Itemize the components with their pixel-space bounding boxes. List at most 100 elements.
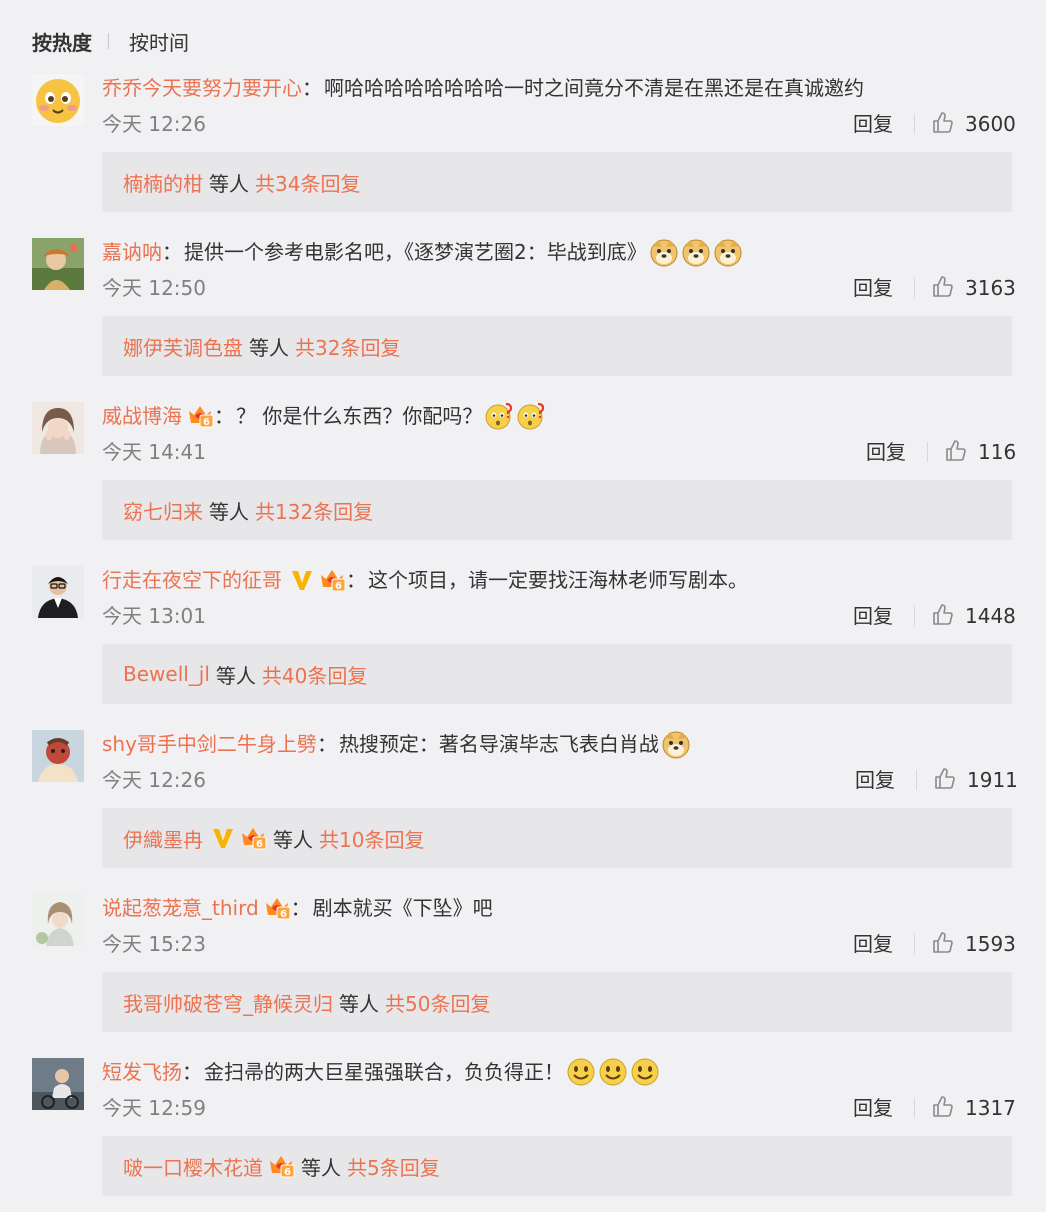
reply-summary-content: 啵一口樱木花道 6 等人 共5条回复 bbox=[123, 1152, 440, 1181]
fan-level-badge-icon: 6 bbox=[267, 1153, 295, 1179]
reply-username-link[interactable]: 窈七归来 bbox=[123, 496, 203, 525]
username-link[interactable]: 行走在夜空下的征哥 bbox=[102, 566, 282, 594]
reply-button[interactable]: 回复 bbox=[853, 274, 893, 302]
etc-label: 等人 bbox=[249, 335, 289, 360]
reply-summary-content: Bewell_jl 等人 共40条回复 bbox=[123, 660, 367, 689]
comment-text: 金扫帚的两大巨星强强联合，负负得正！ bbox=[204, 1060, 564, 1084]
like-count: 1448 bbox=[965, 604, 1016, 628]
reply-summary-content: 伊織墨冉 6 等人 共10条回复 bbox=[123, 824, 424, 853]
reply-summary-content: 窈七归来 等人 共132条回复 bbox=[123, 496, 373, 525]
username-link[interactable]: 说起葱茏意_third bbox=[102, 894, 259, 922]
thumbs-up-icon[interactable] bbox=[931, 1095, 955, 1119]
like-count: 116 bbox=[978, 440, 1017, 464]
svg-text:6: 6 bbox=[335, 581, 342, 592]
avatar[interactable] bbox=[32, 402, 84, 454]
reply-summary[interactable]: 楠楠的柑 等人 共34条回复 bbox=[102, 152, 1012, 212]
avatar[interactable] bbox=[32, 894, 84, 946]
colon: ： bbox=[162, 240, 182, 264]
username-link[interactable]: 嘉讷呐 bbox=[102, 238, 162, 266]
reply-count-link[interactable]: 共10条回复 bbox=[319, 824, 424, 853]
comment-item: 乔乔今天要努力要开心：啊哈哈哈哈哈哈哈哈一时之间竟分不清是在黑还是在真诚邀约 今天… bbox=[0, 64, 1046, 228]
doge-icon bbox=[649, 237, 679, 267]
reply-count-link[interactable]: 共40条回复 bbox=[262, 660, 367, 689]
sort-tabs: 按热度 按时间 bbox=[32, 27, 189, 56]
thumbs-up-icon[interactable] bbox=[933, 767, 957, 791]
avatar[interactable] bbox=[32, 74, 84, 126]
like-count: 1911 bbox=[967, 768, 1018, 792]
etc-label: 等人 bbox=[209, 499, 249, 524]
reply-count-link[interactable]: 共5条回复 bbox=[347, 1152, 440, 1181]
comment-line: 说起葱茏意_third 6：剧本就买《下坠》吧 bbox=[102, 894, 493, 922]
avatar[interactable] bbox=[32, 730, 84, 782]
username-link[interactable]: shy哥手中剑二牛身上劈 bbox=[102, 730, 317, 758]
fan-level-badge-icon: 6 bbox=[263, 895, 291, 921]
colon: ： bbox=[182, 1060, 202, 1084]
reply-summary-content: 楠楠的柑 等人 共34条回复 bbox=[123, 168, 360, 197]
reply-button[interactable]: 回复 bbox=[853, 930, 893, 958]
etc-label: 等人 bbox=[273, 827, 313, 852]
action-divider bbox=[914, 606, 915, 626]
avatar[interactable] bbox=[32, 238, 84, 290]
smile-icon bbox=[598, 1057, 628, 1087]
reply-summary[interactable]: 窈七归来 等人 共132条回复 bbox=[102, 480, 1012, 540]
thumbs-up-icon[interactable] bbox=[944, 439, 968, 463]
username-link[interactable]: 威战博海 bbox=[102, 402, 182, 430]
colon: ： bbox=[302, 76, 322, 100]
comment-line: shy哥手中剑二牛身上劈：热搜预定：著名导演毕志飞表白肖战 bbox=[102, 730, 691, 759]
reply-summary-content: 娜伊芙调色盘 等人 共32条回复 bbox=[123, 332, 400, 361]
etc-label: 等人 bbox=[339, 991, 379, 1016]
avatar[interactable] bbox=[32, 566, 84, 618]
tab-time[interactable]: 按时间 bbox=[129, 27, 189, 56]
comment-time: 今天 12:59 bbox=[102, 1096, 206, 1120]
thumbs-up-icon[interactable] bbox=[931, 931, 955, 955]
comment-line: 威战博海 6 ：？ 你是什么东西？你配吗？ bbox=[102, 402, 546, 430]
reply-summary[interactable]: 我哥帅破苍穹_静候灵归 等人 共50条回复 bbox=[102, 972, 1012, 1032]
reply-button[interactable]: 回复 bbox=[855, 766, 895, 794]
reply-username-link[interactable]: 娜伊芙调色盘 bbox=[123, 332, 243, 361]
reply-count-link[interactable]: 共132条回复 bbox=[255, 496, 373, 525]
comment-text: 这个项目，请一定要找汪海林老师写剧本。 bbox=[368, 568, 748, 592]
reply-summary[interactable]: 娜伊芙调色盘 等人 共32条回复 bbox=[102, 316, 1012, 376]
comment-item: 行走在夜空下的征哥 6 ：这个项目，请一定要找汪海林老师写剧本。 今天 13:01 回复… bbox=[0, 556, 1046, 720]
fan-level-badge-icon: 6 bbox=[318, 567, 346, 593]
doge-icon bbox=[713, 237, 743, 267]
etc-label: 等人 bbox=[209, 171, 249, 196]
reply-button[interactable]: 回复 bbox=[853, 110, 893, 138]
thumbs-up-icon[interactable] bbox=[931, 603, 955, 627]
comment-text: ？ 你是什么东西？你配吗？ bbox=[236, 404, 483, 428]
tab-divider bbox=[108, 33, 109, 49]
reply-button[interactable]: 回复 bbox=[866, 438, 906, 466]
reply-username-link[interactable]: 伊織墨冉 bbox=[123, 824, 203, 853]
reply-summary[interactable]: Bewell_jl 等人 共40条回复 bbox=[102, 644, 1012, 704]
colon: ： bbox=[316, 732, 337, 756]
reply-count-link[interactable]: 共32条回复 bbox=[295, 332, 400, 361]
reply-count-link[interactable]: 共34条回复 bbox=[255, 168, 360, 197]
thumbs-up-icon[interactable] bbox=[931, 111, 955, 135]
comment-time: 今天 14:41 bbox=[102, 440, 206, 464]
comment-line: 嘉讷呐：提供一个参考电影名吧，《逐梦演艺圈2：毕战到底》 bbox=[102, 237, 743, 267]
fan-level-badge-icon: 6 bbox=[186, 403, 214, 429]
reply-username-link[interactable]: 我哥帅破苍穹_静候灵归 bbox=[123, 988, 333, 1017]
reply-summary[interactable]: 伊織墨冉 6 等人 共10条回复 bbox=[102, 808, 1012, 868]
action-divider bbox=[914, 1098, 915, 1118]
svg-text:6: 6 bbox=[256, 839, 263, 850]
reply-count-link[interactable]: 共50条回复 bbox=[385, 988, 490, 1017]
like-count: 3600 bbox=[965, 112, 1016, 136]
like-count: 1317 bbox=[965, 1096, 1016, 1120]
comment-text: 剧本就买《下坠》吧 bbox=[312, 896, 493, 920]
action-divider bbox=[927, 442, 928, 462]
reply-button[interactable]: 回复 bbox=[853, 1094, 893, 1122]
like-count: 1593 bbox=[965, 932, 1016, 956]
reply-username-link[interactable]: 楠楠的柑 bbox=[123, 168, 203, 197]
comment-item: 威战博海 6 ：？ 你是什么东西？你配吗？ 今天 14:41 回复 116 窈七归来 等人 共1… bbox=[0, 392, 1046, 556]
username-link[interactable]: 乔乔今天要努力要开心 bbox=[102, 74, 302, 102]
reply-username-link[interactable]: Bewell_jl bbox=[123, 662, 210, 686]
thumbs-up-icon[interactable] bbox=[931, 275, 955, 299]
reply-summary[interactable]: 啵一口樱木花道 6 等人 共5条回复 bbox=[102, 1136, 1012, 1196]
tab-hot[interactable]: 按热度 bbox=[32, 27, 92, 56]
reply-username-link[interactable]: 啵一口樱木花道 bbox=[123, 1152, 263, 1181]
comment-line: 行走在夜空下的征哥 6 ：这个项目，请一定要找汪海林老师写剧本。 bbox=[102, 566, 748, 594]
reply-button[interactable]: 回复 bbox=[853, 602, 893, 630]
avatar[interactable] bbox=[32, 1058, 84, 1110]
username-link[interactable]: 短发飞扬 bbox=[102, 1058, 182, 1086]
